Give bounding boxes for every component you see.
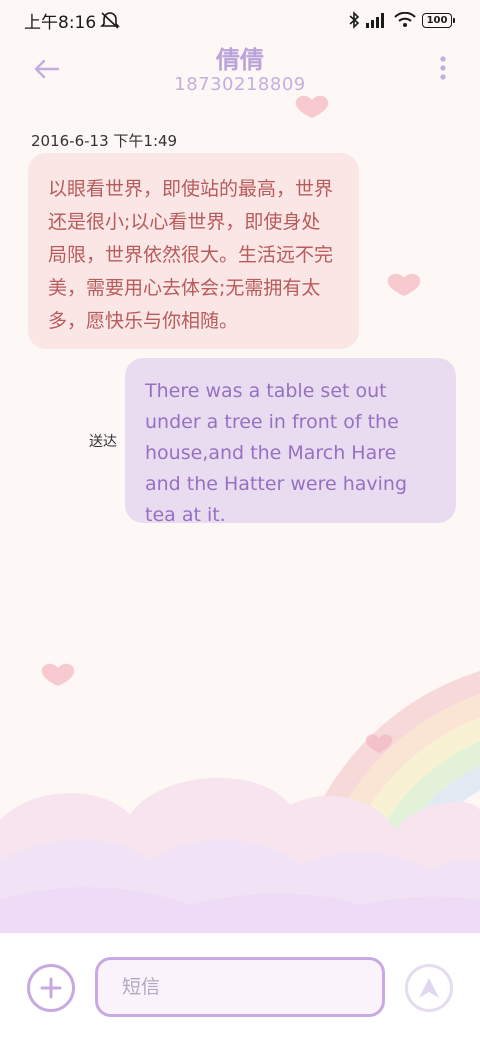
outgoing-message-bubble[interactable]: There was a table set out under a tree i…: [125, 358, 456, 526]
battery-icon: 100: [422, 12, 455, 28]
status-right: 100: [348, 11, 455, 29]
message-timestamp: 2016-6-13 下午1:49: [31, 132, 178, 150]
contact-number: 18730218809: [174, 74, 306, 95]
delivery-status: 送达: [89, 434, 117, 450]
status-left: 上午8:16: [24, 8, 121, 33]
signal-icon: [366, 13, 384, 28]
clouds-illustration: [0, 777, 480, 935]
send-arrow-icon: [419, 978, 439, 998]
send-button[interactable]: [405, 964, 453, 1012]
message-input[interactable]: [95, 957, 385, 1017]
add-attachment-button[interactable]: [27, 964, 75, 1012]
more-options-button[interactable]: [436, 54, 450, 84]
status-bar: 上午8:16 100: [0, 0, 480, 40]
bluetooth-icon: [349, 11, 360, 29]
incoming-message-bubble[interactable]: 以眼看世界，即使站的最高，世界还是很小;以心看世界，即使身处局限，世界依然很大。…: [28, 153, 359, 349]
wifi-icon: [394, 12, 416, 27]
conversation-header: 倩倩 18730218809: [0, 40, 480, 110]
plus-icon: [40, 977, 62, 999]
status-time: 上午8:16: [24, 12, 97, 33]
outgoing-message-text: There was a table set out under a tree i…: [145, 380, 408, 526]
do-not-disturb-icon: [100, 12, 121, 29]
composer-bar: [0, 933, 480, 1040]
contact-name: 倩倩: [216, 46, 264, 74]
rainbow-illustration: [289, 671, 480, 931]
more-vertical-icon: [440, 56, 446, 80]
incoming-message-text: 以眼看世界，即使站的最高，世界还是很小;以心看世界，即使身处局限，世界依然很大。…: [48, 178, 334, 332]
